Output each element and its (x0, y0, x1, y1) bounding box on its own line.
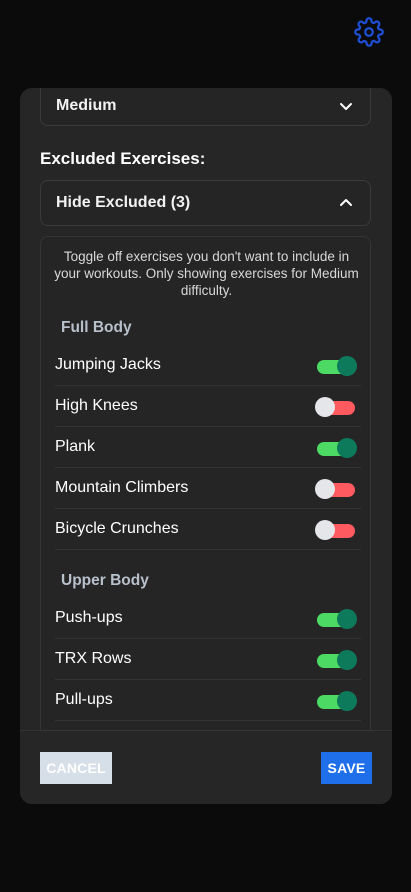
exercise-name: Plank (55, 438, 96, 455)
exercise-row: Pull-ups (55, 680, 361, 721)
exercise-toggle[interactable] (315, 691, 357, 711)
exercise-toggle[interactable] (315, 356, 357, 376)
exercise-toggle[interactable] (315, 609, 357, 629)
exercise-toggle[interactable] (315, 438, 357, 458)
exercise-name: TRX Rows (55, 650, 132, 667)
exercise-row: Push-ups (55, 598, 361, 639)
exercise-name: Pull-ups (55, 691, 113, 708)
modal-scroll-area[interactable]: Medium Excluded Exercises: Hide Excluded… (20, 88, 392, 730)
chevron-down-icon (340, 103, 352, 110)
exercise-toggle[interactable] (315, 397, 357, 417)
settings-button[interactable] (354, 17, 384, 47)
exercise-toggle[interactable] (315, 520, 357, 540)
exercise-row: TRX Rows (55, 639, 361, 680)
category-upper-body: Upper Body (61, 572, 149, 589)
cancel-button[interactable]: CANCEL (40, 752, 112, 784)
exercise-row: Bicycle Crunches (55, 509, 361, 550)
category-full-body: Full Body (61, 319, 132, 336)
exercise-row: High Knees (55, 386, 361, 427)
exercise-row: Plank (55, 427, 361, 468)
chevron-up-icon (340, 199, 352, 206)
gear-icon (354, 17, 384, 47)
hide-excluded-toggle[interactable]: Hide Excluded (3) (40, 180, 371, 226)
exercise-toggle[interactable] (315, 650, 357, 670)
exercise-toggle[interactable] (315, 479, 357, 499)
exercise-list-panel: Toggle off exercises you don't want to i… (40, 236, 371, 730)
exercise-settings-modal: Medium Excluded Exercises: Hide Excluded… (20, 88, 392, 804)
exercise-name: Bicycle Crunches (55, 520, 179, 537)
exercise-name: Mountain Climbers (55, 479, 189, 496)
save-button[interactable]: SAVE (321, 752, 372, 784)
modal-footer: CANCEL SAVE (20, 730, 392, 804)
exercise-list-description: Toggle off exercises you don't want to i… (54, 249, 359, 298)
exercise-name: Push-ups (55, 609, 123, 626)
exercise-row: Mountain Climbers (55, 468, 361, 509)
difficulty-select[interactable]: Medium (40, 88, 371, 126)
exercise-row: Jumping Jacks (55, 345, 361, 386)
difficulty-value: Medium (56, 97, 117, 114)
exercise-name: Jumping Jacks (55, 356, 161, 373)
excluded-exercises-title: Excluded Exercises: (40, 149, 206, 168)
hide-excluded-label: Hide Excluded (3) (56, 194, 191, 211)
exercise-name: High Knees (55, 397, 138, 414)
